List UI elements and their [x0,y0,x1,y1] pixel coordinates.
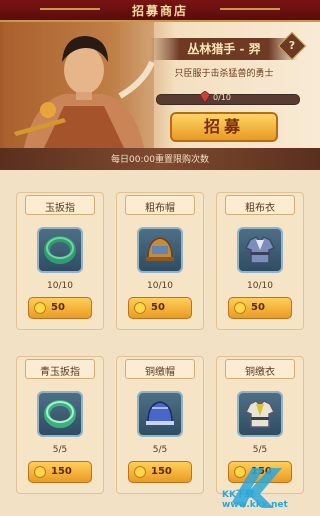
item-slot[interactable] [237,227,283,273]
item-slot[interactable] [237,391,283,437]
coin-icon [234,302,246,314]
top-banner: 招募商店 [0,0,320,22]
cloth-armor-icon [244,236,276,264]
item-name: 青玉扳指 [40,367,80,378]
item-stock: 5/5 [152,445,168,455]
item-stock: 10/10 [247,281,273,291]
item-name-ribbon: 粗布帽 [125,195,195,215]
copper-armor-icon [244,400,276,428]
item-name-ribbon: 粗布衣 [225,195,295,215]
watermark-text: KK下载 www.kkx.net [222,490,288,510]
item-name: 玉扳指 [45,203,75,214]
item-stock: 5/5 [52,445,68,455]
copper-hat-icon [146,401,174,425]
shop-item-card: 粗布帽 10/10 50 [116,192,204,330]
item-price: 50 [51,302,65,313]
shop-item-card: 粗布衣 10/10 50 [216,192,304,330]
item-stock: 5/5 [252,445,268,455]
hero-portrait [4,22,154,148]
recruit-button[interactable]: 招募 [170,112,278,142]
item-slot[interactable] [37,227,83,273]
reset-strip: 每日00:00重置限购次数 [0,148,320,170]
item-name: 粗布帽 [145,203,175,214]
item-slot[interactable] [137,227,183,273]
buy-button[interactable]: 150 [128,461,192,483]
item-slot[interactable] [137,391,183,437]
item-name: 铜缴帽 [145,367,175,378]
reset-notice: 每日00:00重置限购次数 [111,155,209,165]
item-name: 铜缴衣 [245,367,275,378]
hero-description: 只臣服于击杀猛兽的勇士 [174,69,274,79]
shop-item-card: 青玉扳指 5/5 150 [16,356,104,494]
item-name-ribbon: 玉扳指 [25,195,95,215]
buy-button[interactable]: 50 [28,297,92,319]
shop-item-card: 铜缴帽 5/5 150 [116,356,204,494]
buy-button[interactable]: 50 [228,297,292,319]
coin-icon [134,466,146,478]
item-price: 150 [151,466,172,477]
buy-button[interactable]: 50 [128,297,192,319]
hero-panel: 丛林猎手 - 羿 ? 只臣服于击杀猛兽的勇士 0/10 招募 [0,22,320,148]
recruit-progress-text: 0/10 [213,93,231,102]
cloth-hat-icon [146,237,174,261]
jade-ring-icon [44,236,76,264]
help-label: ? [288,39,296,52]
shop-title: 招募商店 [131,4,188,18]
item-name: 粗布衣 [245,203,275,214]
shop-item-card: 玉扳指 10/10 50 [16,192,104,330]
item-price: 50 [251,302,265,313]
item-name-ribbon: 铜缴帽 [125,359,195,379]
hero-name: 丛林猎手 - 羿 [187,42,261,56]
green-jade-ring-icon [44,400,76,428]
buy-button[interactable]: 150 [28,461,92,483]
site-watermark: KK下载 www.kkx.net [222,458,318,512]
item-slot[interactable] [37,391,83,437]
item-stock: 10/10 [47,281,73,291]
coin-icon [134,302,146,314]
coin-icon [34,466,46,478]
item-name-ribbon: 铜缴衣 [225,359,295,379]
item-stock: 10/10 [147,281,173,291]
coin-icon [34,302,46,314]
fragment-icon [200,91,210,103]
item-price: 50 [151,302,165,313]
item-name-ribbon: 青玉扳指 [25,359,95,379]
item-price: 150 [51,466,72,477]
